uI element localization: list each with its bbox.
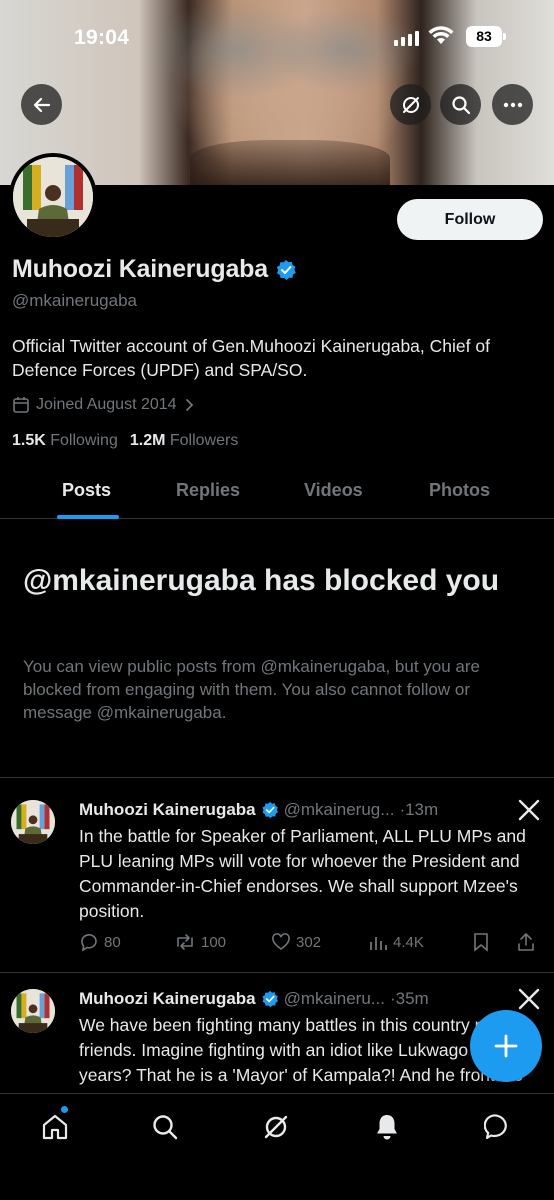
plus-icon: [494, 1034, 518, 1058]
more-options-button[interactable]: [492, 84, 533, 125]
search-button[interactable]: [440, 84, 481, 125]
bell-icon: [377, 1115, 397, 1140]
views-chart-icon: [370, 937, 387, 950]
post-actions: 80 100 302 4.4K: [79, 932, 536, 952]
post-avatar[interactable]: [11, 800, 55, 844]
followers-label: Followers: [169, 432, 239, 449]
following-link[interactable]: 1.5K Following: [12, 432, 118, 450]
views-button[interactable]: 4.4K: [368, 932, 472, 952]
like-button[interactable]: 302: [271, 932, 368, 952]
notification-dot: [60, 1105, 69, 1114]
calendar-icon: [13, 397, 29, 413]
profile-display-name: Muhoozi Kainerugaba: [12, 255, 268, 283]
profile-tabs: Posts Replies Videos Photos: [0, 462, 554, 519]
followers-link[interactable]: 1.2M Followers: [130, 432, 239, 450]
avatar-image: [11, 989, 55, 1033]
post-avatar[interactable]: [11, 989, 55, 1033]
blocked-message: You can view public posts from @mkaineru…: [23, 657, 480, 722]
profile-name-row: Muhoozi Kainerugaba: [12, 255, 297, 284]
joined-date-label: Joined August 2014: [36, 396, 177, 413]
verified-badge-icon: [276, 259, 296, 280]
tab-posts[interactable]: Posts: [62, 480, 111, 501]
follow-button[interactable]: Follow: [397, 199, 543, 240]
following-label: Following: [50, 432, 118, 449]
verified-badge-icon: [262, 801, 278, 819]
post-author-name: Muhoozi Kainerugaba: [79, 800, 256, 819]
post-header: Muhoozi Kainerugaba @mkaineru... ·35m: [79, 989, 429, 1009]
more-dots-icon: [503, 102, 522, 107]
grok-icon: [264, 1115, 288, 1139]
divider: [0, 972, 554, 973]
blocked-title: @mkainerugaba has blocked you: [23, 564, 500, 597]
profile-avatar[interactable]: [9, 153, 97, 241]
nav-messages[interactable]: [482, 1111, 514, 1143]
wifi-icon: [428, 26, 454, 44]
chat-bubble-icon: [484, 1114, 507, 1140]
repost-icon: [177, 934, 193, 950]
x-logo-icon: [518, 988, 540, 1010]
nav-search[interactable]: [149, 1111, 181, 1143]
joined-date[interactable]: Joined August 2014: [12, 396, 195, 414]
avatar-image: [11, 800, 55, 844]
bookmark-icon: [474, 933, 488, 952]
tab-photos[interactable]: Photos: [429, 480, 490, 501]
search-icon: [451, 95, 470, 114]
arrow-left-icon: [33, 97, 50, 112]
share-button[interactable]: [516, 932, 536, 952]
grok-button[interactable]: [390, 84, 431, 125]
post-author-handle: @mkainerug...: [283, 800, 395, 819]
repost-count: 100: [201, 933, 227, 951]
battery-indicator: 83: [466, 26, 506, 47]
post-time: ·35m: [389, 989, 429, 1008]
heart-icon: [272, 933, 290, 950]
tab-videos[interactable]: Videos: [304, 480, 363, 501]
repost-button[interactable]: 100: [174, 932, 271, 952]
bookmark-button[interactable]: [472, 932, 516, 952]
post-header: Muhoozi Kainerugaba @mkainerug... ·13m: [79, 800, 438, 820]
profile-handle: @mkainerugaba: [12, 291, 137, 310]
tab-replies[interactable]: Replies: [176, 480, 240, 501]
post-author-name: Muhoozi Kainerugaba: [79, 989, 256, 1008]
reply-button[interactable]: 80: [79, 932, 174, 952]
nav-home[interactable]: [39, 1111, 71, 1143]
reply-icon: [81, 933, 97, 952]
cellular-signal-icon: [394, 30, 419, 46]
follow-stats: 1.5K Following 1.2M Followers: [12, 432, 238, 450]
reply-count: 80: [104, 933, 121, 951]
post-text: In the battle for Speaker of Parliament,…: [79, 826, 526, 921]
followers-count: 1.2M: [129, 432, 166, 449]
back-button[interactable]: [21, 84, 62, 125]
like-count: 302: [296, 933, 322, 951]
following-count: 1.5K: [12, 432, 46, 449]
profile-bio: Official Twitter account of Gen.Muhoozi …: [12, 336, 490, 380]
views-count: 4.4K: [393, 933, 424, 951]
home-icon: [42, 1114, 68, 1140]
divider: [0, 777, 554, 778]
avatar-image: [13, 157, 93, 237]
nav-notifications[interactable]: [371, 1111, 403, 1143]
status-time: 19:04: [74, 26, 130, 49]
search-icon: [153, 1115, 178, 1140]
verified-badge-icon: [262, 990, 278, 1008]
x-logo-icon: [518, 799, 540, 821]
post-author-handle: @mkaineru...: [283, 989, 385, 1008]
post-time: ·13m: [399, 800, 439, 819]
compose-post-button[interactable]: [470, 1010, 542, 1082]
chevron-right-icon: [185, 399, 193, 411]
grok-icon: [402, 96, 419, 113]
share-icon: [518, 933, 534, 951]
bottom-nav: [0, 1093, 554, 1200]
status-bar: 19:04 83: [0, 0, 554, 70]
active-tab-indicator: [57, 515, 119, 519]
nav-grok[interactable]: [260, 1111, 292, 1143]
banner-image-detail: [190, 140, 390, 185]
